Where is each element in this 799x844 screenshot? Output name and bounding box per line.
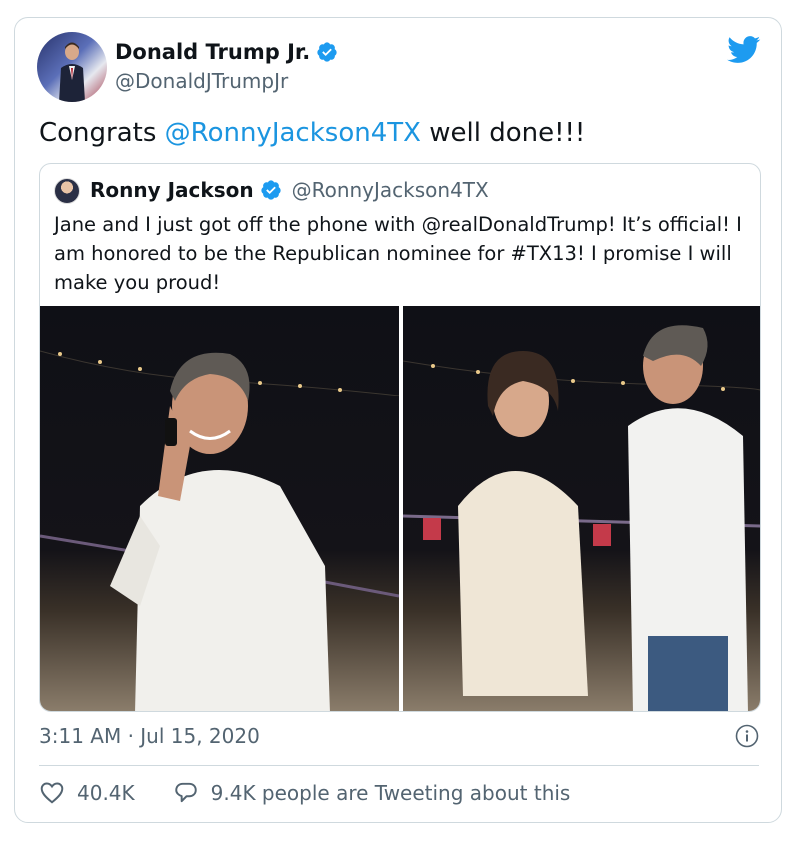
twitter-bird-icon[interactable]	[727, 36, 761, 64]
tweet-actions: 40.4K 9.4K people are Tweeting about thi…	[39, 780, 570, 806]
heart-icon[interactable]	[39, 780, 65, 806]
tweet-card[interactable]: Donald Trump Jr. @DonaldJTrumpJr Congrat…	[14, 17, 782, 823]
author-name[interactable]: Donald Trump Jr.	[115, 40, 310, 64]
photo-man-on-phone[interactable]	[40, 306, 399, 711]
author-handle[interactable]: @DonaldJTrumpJr	[115, 69, 288, 93]
quoted-author-handle[interactable]: @RonnyJackson4TX	[292, 178, 489, 202]
conversation-action[interactable]: 9.4K people are Tweeting about this	[173, 780, 571, 806]
quoted-author-avatar[interactable]	[54, 178, 80, 204]
like-count: 40.4K	[77, 781, 135, 805]
verified-icon	[260, 180, 281, 200]
quoted-header: Ronny Jackson @RonnyJackson4TX	[90, 178, 489, 202]
info-icon[interactable]	[735, 724, 759, 748]
quoted-tweet-text: Jane and I just got off the phone with @…	[54, 213, 742, 294]
mention-link[interactable]: @RonnyJackson4TX	[165, 118, 421, 148]
photo-couple[interactable]	[403, 306, 760, 711]
man-figure	[40, 352, 399, 711]
couple-figures	[403, 325, 760, 711]
verified-icon	[317, 42, 337, 62]
avatar-person-figure	[59, 42, 85, 102]
tweet-text-suffix: well done!!!	[420, 118, 586, 148]
tweet-text-prefix: Congrats	[39, 118, 165, 148]
quoted-media[interactable]	[40, 306, 760, 711]
divider	[39, 765, 759, 766]
quoted-tweet[interactable]: Ronny Jackson @RonnyJackson4TX Jane and …	[39, 163, 761, 712]
tweet-timestamp[interactable]: 3:11 AM · Jul 15, 2020	[39, 724, 260, 748]
conversation-text: 9.4K people are Tweeting about this	[210, 781, 571, 805]
author-avatar[interactable]	[37, 32, 107, 102]
author-name-row[interactable]: Donald Trump Jr.	[115, 40, 338, 64]
tweet-text: Congrats @RonnyJackson4TX well done!!!	[39, 118, 585, 148]
quoted-author-name[interactable]: Ronny Jackson	[90, 178, 254, 202]
reply-bubble-icon[interactable]	[173, 780, 199, 806]
like-action[interactable]: 40.4K	[39, 780, 135, 806]
